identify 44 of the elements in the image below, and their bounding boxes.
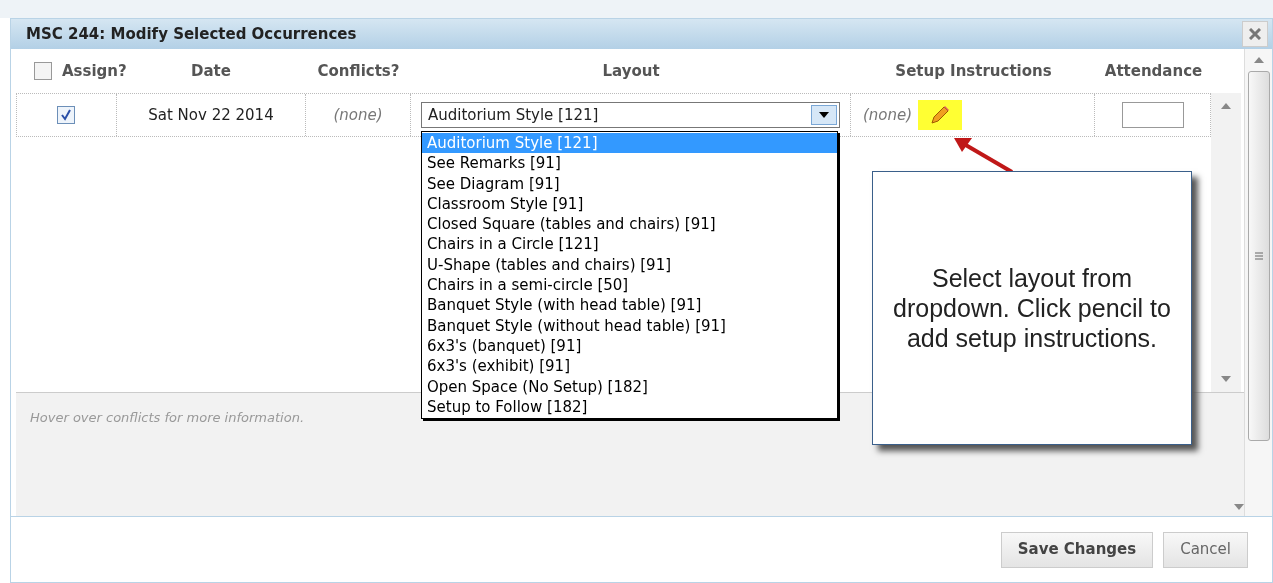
close-button[interactable] — [1242, 21, 1268, 47]
table-cell-text: (none) — [333, 104, 383, 126]
dialog-title: MSC 244: Modify Selected Occurrences — [26, 23, 357, 45]
checkmark-icon — [60, 109, 73, 121]
scroll-up-icon[interactable] — [1221, 103, 1231, 109]
hint-text: Hover over conflicts for more information. — [30, 410, 304, 425]
checkbox[interactable] — [34, 62, 52, 80]
callout-text: Select layout from dropdown. Click pencil to add setup instructions. — [892, 263, 1172, 353]
scroll-down-icon[interactable] — [1234, 504, 1244, 510]
pencil-icon — [929, 104, 952, 126]
grip-icon — [1254, 252, 1263, 260]
dropdown-option[interactable]: Open Space (No Setup) [182] — [422, 376, 837, 397]
table-cell-text: Sat Nov 22 2014 — [148, 104, 274, 126]
dropdown-option[interactable]: Setup to Follow [182] — [422, 396, 837, 418]
table-cell-text: (none) — [862, 104, 913, 126]
scrollbar[interactable] — [1244, 49, 1272, 516]
scroll-down-icon[interactable] — [1221, 376, 1231, 382]
checkbox[interactable] — [57, 106, 76, 124]
pencil-button[interactable] — [918, 100, 963, 130]
dropdown-option[interactable]: Banquet Style (without head table) [91] — [422, 315, 837, 336]
layout-dropdown[interactable]: Auditorium Style [121] — [420, 102, 840, 128]
cancel-button[interactable]: Cancel — [1163, 531, 1248, 568]
column-header: Assign? — [62, 60, 127, 82]
dropdown-option[interactable]: Chairs in a semi-circle [50] — [422, 275, 837, 296]
dropdown-option[interactable]: Classroom Style [91] — [422, 193, 837, 215]
attendance-field[interactable] — [1121, 102, 1184, 128]
column-header: Attendance — [1104, 60, 1203, 82]
scroll-thumb[interactable] — [1247, 71, 1270, 441]
dropdown-option[interactable]: Banquet Style (with head table) [91] — [422, 295, 837, 316]
dropdown-option[interactable]: Closed Square (tables and chairs) [91] — [422, 214, 837, 235]
column-header: Conflicts? — [317, 60, 400, 82]
column-header: Date — [191, 60, 231, 82]
save-button[interactable]: Save Changes — [1000, 531, 1154, 568]
dropdown-option[interactable]: See Remarks [91] — [422, 153, 837, 174]
dropdown-option[interactable]: Chairs in a Circle [121] — [422, 234, 837, 255]
column-header: Layout — [602, 60, 660, 82]
scroll-up-icon[interactable] — [1253, 57, 1264, 63]
dropdown-option[interactable]: See Diagram [91] — [422, 173, 837, 194]
scrollbar[interactable] — [1211, 93, 1241, 392]
dropdown-option[interactable]: 6x3's (banquet) [91] — [422, 335, 837, 357]
close-icon — [1249, 28, 1261, 40]
column-header: Setup Instructions — [895, 60, 1052, 82]
dropdown-option[interactable]: U-Shape (tables and chairs) [91] — [422, 254, 837, 276]
dropdown-option[interactable]: 6x3's (exhibit) [91] — [422, 356, 837, 377]
